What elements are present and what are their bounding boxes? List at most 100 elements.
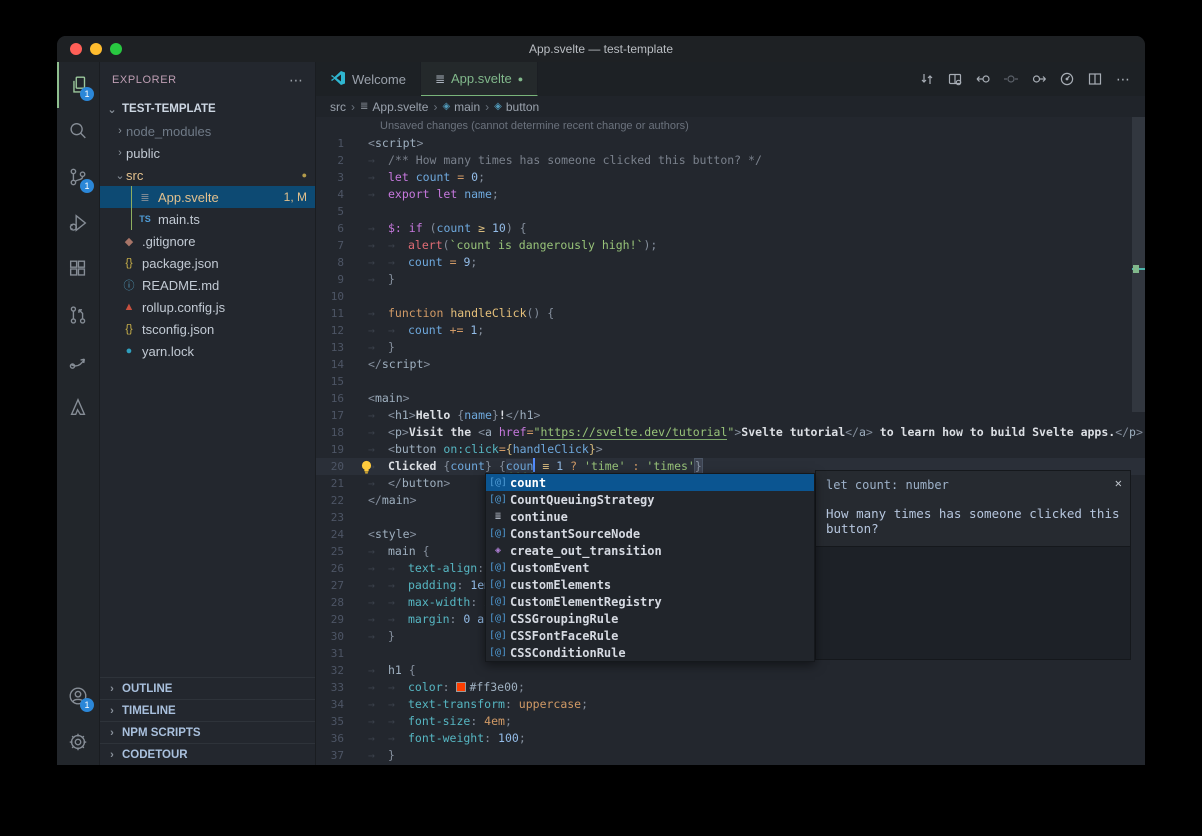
- scrollbar[interactable]: [1132, 117, 1145, 765]
- code-line-7[interactable]: 7→→alert(`count is dangerously high!`);: [316, 237, 1145, 254]
- project-root-row[interactable]: ⌄ TEST-TEMPLATE: [100, 98, 315, 120]
- code-line-35[interactable]: 35→→font-size: 4em;: [316, 713, 1145, 730]
- sidebar-section-outline[interactable]: ›OUTLINE: [100, 677, 315, 699]
- code-line-33[interactable]: 33→→color: #ff3e00;: [316, 679, 1145, 696]
- next-change-icon[interactable]: [1027, 67, 1051, 91]
- git-file-icon: ◆: [120, 235, 138, 248]
- code-line-8[interactable]: 8→→count = 9;: [316, 254, 1145, 271]
- code-line-12[interactable]: 12→→count += 1;: [316, 322, 1145, 339]
- split-editor-icon[interactable]: [1083, 67, 1107, 91]
- tree-item-package.json[interactable]: {}package.json: [100, 252, 315, 274]
- code-line-13[interactable]: 13→}: [316, 339, 1145, 356]
- activity-explorer-icon[interactable]: 1: [57, 62, 99, 108]
- code-line-14[interactable]: 14</script>: [316, 356, 1145, 373]
- activity-settings-icon[interactable]: [57, 719, 99, 765]
- breadcrumb-separator: ›: [433, 100, 437, 114]
- code-line-9[interactable]: 9→}: [316, 271, 1145, 288]
- suggest-item-CSSConditionRule[interactable]: [@]CSSConditionRule: [486, 644, 814, 661]
- code-line-6[interactable]: 6→$: if (count ≥ 10) {: [316, 220, 1145, 237]
- code-token: a: [485, 425, 492, 439]
- tree-item-rollup.config.js[interactable]: ▲rollup.config.js: [100, 296, 315, 318]
- tree-item-node_modules[interactable]: ›node_modules: [100, 120, 315, 142]
- tree-item-App.svelte[interactable]: ≣App.svelte1, M: [100, 186, 315, 208]
- code-token: >: [443, 476, 450, 490]
- close-icon[interactable]: ✕: [1115, 476, 1122, 490]
- code-token: Visit the: [409, 425, 478, 439]
- code-line-11[interactable]: 11→function handleClick() {: [316, 305, 1145, 322]
- tab-welcome[interactable]: Welcome: [316, 62, 421, 96]
- breadcrumb-item-app-svelte[interactable]: ≣App.svelte: [360, 100, 428, 114]
- code-line-37[interactable]: 37→}: [316, 747, 1145, 764]
- sidebar-section-codetour[interactable]: ›CODETOUR: [100, 743, 315, 765]
- chevron-right-icon: ›: [114, 147, 126, 159]
- suggest-item-CSSGroupingRule[interactable]: [@]CSSGroupingRule: [486, 610, 814, 627]
- line-number: 14: [316, 356, 356, 373]
- breadcrumb-item-src[interactable]: src: [330, 100, 346, 114]
- activity-pull-requests-icon[interactable]: [57, 292, 99, 338]
- code-line-3[interactable]: 3→let count = 0;: [316, 169, 1145, 186]
- code-token: $:: [388, 221, 402, 235]
- activity-live-share-icon[interactable]: [57, 338, 99, 384]
- code-line-18[interactable]: 18→<p>Visit the <a href="https://svelte.…: [316, 424, 1145, 441]
- code-line-1[interactable]: 1<script>: [316, 135, 1145, 152]
- code-text: <main>: [368, 391, 410, 405]
- tree-item-public[interactable]: ›public: [100, 142, 315, 164]
- suggest-item-ConstantSourceNode[interactable]: [@]ConstantSourceNode: [486, 525, 814, 542]
- code-token: 'time': [584, 459, 626, 473]
- explorer-actions-icon[interactable]: ⋯: [289, 72, 303, 89]
- code-line-34[interactable]: 34→→text-transform: uppercase;: [316, 696, 1145, 713]
- tab-app-svelte[interactable]: ≣App.svelte●: [421, 62, 538, 96]
- open-changes-editor-icon[interactable]: [943, 67, 967, 91]
- code-text: →→count = 9;: [368, 255, 477, 269]
- breadcrumb-item-main[interactable]: ◈main: [442, 100, 480, 114]
- code-line-10[interactable]: 10: [316, 288, 1145, 305]
- sidebar-section-timeline[interactable]: ›TIMELINE: [100, 699, 315, 721]
- code-line-15[interactable]: 15: [316, 373, 1145, 390]
- code-token: [443, 323, 450, 337]
- code-token: }: [492, 408, 499, 422]
- code-line-19[interactable]: 19→<button on:click={handleClick}>: [316, 441, 1145, 458]
- more-actions-icon[interactable]: ⋯: [1111, 67, 1135, 91]
- code-line-5[interactable]: 5: [316, 203, 1145, 220]
- activity-source-control-icon[interactable]: 1: [57, 154, 99, 200]
- titlebar[interactable]: App.svelte — test-template: [57, 36, 1145, 62]
- tree-item-yarn.lock[interactable]: ●yarn.lock: [100, 340, 315, 362]
- suggest-item-CustomElementRegistry[interactable]: [@]CustomElementRegistry: [486, 593, 814, 610]
- compare-changes-icon[interactable]: [915, 67, 939, 91]
- tree-item-src[interactable]: ⌄src●: [100, 164, 315, 186]
- breadcrumb-item-button[interactable]: ◈button: [494, 100, 539, 114]
- code-line-16[interactable]: 16<main>: [316, 390, 1145, 407]
- code-text: <script>: [368, 136, 423, 150]
- code-line-17[interactable]: 17→<h1>Hello {name}!</h1>: [316, 407, 1145, 424]
- tree-item-.gitignore[interactable]: ◆.gitignore: [100, 230, 315, 252]
- navigate-back-icon[interactable]: [971, 67, 995, 91]
- activity-accounts-icon[interactable]: 1: [57, 673, 99, 719]
- code-token: ;: [581, 697, 588, 711]
- tree-item-README.md[interactable]: ⓘREADME.md: [100, 274, 315, 296]
- activity-azure-icon[interactable]: [57, 384, 99, 430]
- tab-whitespace-icon: →: [368, 169, 388, 186]
- run-profile-icon[interactable]: [1055, 67, 1079, 91]
- suggest-item-CSSFontFaceRule[interactable]: [@]CSSFontFaceRule: [486, 627, 814, 644]
- code-editor[interactable]: Unsaved changes (cannot determine recent…: [316, 117, 1145, 765]
- tree-item-main.ts[interactable]: TSmain.ts: [100, 208, 315, 230]
- suggest-item-create_out_transition[interactable]: ◈create_out_transition: [486, 542, 814, 559]
- tree-item-tsconfig.json[interactable]: {}tsconfig.json: [100, 318, 315, 340]
- code-line-32[interactable]: 32→h1 {: [316, 662, 1145, 679]
- activity-extensions-icon[interactable]: [57, 246, 99, 292]
- activity-search-icon[interactable]: [57, 108, 99, 154]
- code-token: count: [437, 221, 472, 235]
- suggest-item-continue[interactable]: ≣continue: [486, 508, 814, 525]
- activity-run-debug-icon[interactable]: [57, 200, 99, 246]
- suggest-item-label: continue: [510, 510, 568, 524]
- code-line-36[interactable]: 36→→font-weight: 100;: [316, 730, 1145, 747]
- code-line-2[interactable]: 2→/** How many times has someone clicked…: [316, 152, 1145, 169]
- suggest-item-CountQueuingStrategy[interactable]: [@]CountQueuingStrategy: [486, 491, 814, 508]
- code-token: [492, 459, 499, 473]
- line-number: 9: [316, 271, 356, 288]
- suggest-item-customElements[interactable]: [@]customElements: [486, 576, 814, 593]
- suggest-item-CustomEvent[interactable]: [@]CustomEvent: [486, 559, 814, 576]
- suggest-item-count[interactable]: [@]count: [486, 474, 814, 491]
- sidebar-section-npm-scripts[interactable]: ›NPM SCRIPTS: [100, 721, 315, 743]
- code-line-4[interactable]: 4→export let name;: [316, 186, 1145, 203]
